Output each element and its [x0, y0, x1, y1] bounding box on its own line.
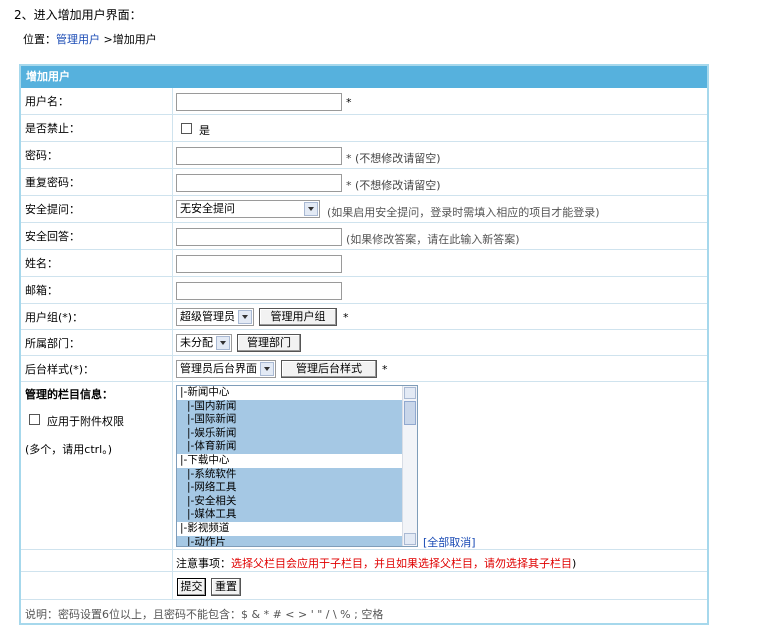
attachment-permission-checkbox[interactable]	[29, 414, 40, 425]
security-answer-note: (如果修改答案，请在此输入新答案)	[346, 233, 520, 246]
chevron-down-icon	[260, 362, 274, 376]
notice-suffix: )	[572, 557, 577, 570]
columns-list-item[interactable]: |-系统软件	[177, 467, 417, 482]
row-password: 密码： * (不想修改请留空)	[21, 142, 707, 169]
add-user-panel: 增加用户 用户名： * 是否禁止： 是 密码： * (不想修改请留空) 重复密码…	[19, 64, 709, 625]
admin-style-label: 后台样式(*)：	[25, 362, 95, 376]
email-input[interactable]	[176, 282, 342, 300]
columns-list-item[interactable]: |-安全相关	[177, 494, 417, 509]
username-required-mark: *	[346, 96, 352, 109]
cancel-all-link[interactable]: [全部取消]	[423, 534, 476, 550]
admin-style-required-mark: *	[382, 363, 388, 376]
manage-admin-style-button[interactable]: 管理后台样式	[281, 360, 377, 378]
security-answer-input[interactable]	[176, 228, 342, 246]
submit-button[interactable]: 提交	[177, 578, 206, 596]
columns-list-items: |-新闻中心 |-国内新闻 |-国际新闻 |-娱乐新闻 |-体育新闻 |-下载中心 |-系统…	[177, 386, 417, 546]
row-disabled: 是否禁止： 是	[21, 115, 707, 142]
columns-list-item[interactable]: |-国内新闻	[177, 399, 417, 414]
step-title: 2、进入增加用户界面：	[14, 8, 142, 22]
user-group-select[interactable]: 超级管理员	[176, 308, 254, 326]
footer-note: 说明：密码设置6位以上，且密码不能包含：$ & * # < > ' " / \ …	[25, 608, 384, 621]
multi-select-hint: (多个，请用ctrl。)	[25, 443, 113, 456]
columns-list-item[interactable]: |-动作片	[177, 535, 417, 546]
row-security-answer: 安全回答： (如果修改答案，请在此输入新答案)	[21, 223, 707, 250]
admin-style-select[interactable]: 管理员后台界面	[176, 360, 276, 378]
notice-text: 选择父栏目会应用于子栏目，并且如果选择父栏目，请勿选择其子栏目	[231, 557, 572, 570]
password-repeat-input[interactable]	[176, 174, 342, 192]
row-password-repeat: 重复密码： * (不想修改请留空)	[21, 169, 707, 196]
columns-list-item[interactable]: |-新闻中心	[177, 386, 417, 400]
columns-listbox[interactable]: |-新闻中心 |-国内新闻 |-国际新闻 |-娱乐新闻 |-体育新闻 |-下载中心 |-系统…	[176, 385, 418, 547]
disabled-checkbox-label: 是	[199, 124, 210, 137]
chevron-down-icon	[216, 336, 230, 350]
columns-label: 管理的栏目信息：	[25, 388, 113, 401]
listbox-scrollbar[interactable]	[402, 386, 417, 546]
user-group-selected: 超级管理员	[180, 310, 235, 323]
row-admin-style: 后台样式(*)： 管理员后台界面 管理后台样式 *	[21, 356, 707, 382]
row-notice: 注意事项：选择父栏目会应用于子栏目，并且如果选择父栏目，请勿选择其子栏目)	[21, 550, 707, 572]
scroll-up-icon[interactable]	[404, 387, 416, 399]
reset-button[interactable]: 重置	[211, 578, 241, 596]
row-name: 姓名：	[21, 250, 707, 277]
user-group-required-mark: *	[343, 311, 349, 324]
columns-list-item[interactable]: |-国际新闻	[177, 413, 417, 427]
manage-user-group-button[interactable]: 管理用户组	[259, 308, 337, 326]
row-department: 所属部门： 未分配 管理部门	[21, 330, 707, 356]
password-repeat-label: 重复密码：	[25, 176, 80, 189]
scroll-down-icon[interactable]	[404, 533, 416, 545]
columns-list-item[interactable]: |-体育新闻	[177, 440, 417, 454]
user-group-label: 用户组(*)：	[25, 310, 84, 324]
password-repeat-note: * (不想修改请留空)	[346, 179, 441, 192]
row-actions: 提交 重置	[21, 572, 707, 600]
columns-list-item[interactable]: |-下载中心	[177, 454, 417, 468]
breadcrumb-link-manage-users[interactable]: 管理用户	[56, 33, 100, 46]
row-user-group: 用户组(*)： 超级管理员 管理用户组 *	[21, 304, 707, 330]
password-note: * (不想修改请留空)	[346, 152, 441, 165]
panel-title: 增加用户	[21, 66, 707, 88]
security-question-selected: 无安全提问	[180, 202, 235, 215]
chevron-down-icon	[238, 310, 252, 324]
columns-list-item[interactable]: |-娱乐新闻	[177, 426, 417, 441]
breadcrumb-prefix: 位置：	[23, 33, 56, 46]
admin-style-selected: 管理员后台界面	[180, 362, 257, 375]
department-selected: 未分配	[180, 336, 213, 349]
password-input[interactable]	[176, 147, 342, 165]
name-label: 姓名：	[25, 257, 58, 270]
disabled-label: 是否禁止：	[25, 122, 80, 135]
manage-department-button[interactable]: 管理部门	[237, 334, 301, 352]
columns-list-item[interactable]: |-媒体工具	[177, 508, 417, 522]
row-columns: 管理的栏目信息： 应用于附件权限 (多个，请用ctrl。) |-新闻中心 |-国内…	[21, 382, 707, 550]
row-security-question: 安全提问： 无安全提问 (如果启用安全提问，登录时需填入相应的项目才能登录)	[21, 196, 707, 223]
columns-list-item[interactable]: |-网络工具	[177, 481, 417, 495]
disabled-checkbox[interactable]	[181, 123, 192, 134]
username-input[interactable]	[176, 93, 342, 111]
attachment-permission-label: 应用于附件权限	[47, 415, 124, 428]
department-select[interactable]: 未分配	[176, 334, 232, 352]
row-username: 用户名： *	[21, 88, 707, 115]
row-email: 邮箱：	[21, 277, 707, 304]
breadcrumb: 位置：管理用户 >增加用户	[23, 31, 157, 47]
name-input[interactable]	[176, 255, 342, 273]
security-question-label: 安全提问：	[25, 203, 80, 216]
chevron-down-icon	[304, 202, 318, 216]
notice-prefix: 注意事项：	[176, 557, 231, 570]
security-question-note: (如果启用安全提问，登录时需填入相应的项目才能登录)	[327, 206, 600, 219]
scroll-thumb[interactable]	[404, 401, 416, 425]
security-question-select[interactable]: 无安全提问	[176, 200, 320, 218]
email-label: 邮箱：	[25, 284, 58, 297]
columns-list-item[interactable]: |-影视频道	[177, 522, 417, 536]
notice: 注意事项：选择父栏目会应用于子栏目，并且如果选择父栏目，请勿选择其子栏目)	[176, 555, 576, 571]
username-label: 用户名：	[25, 95, 69, 108]
department-label: 所属部门：	[25, 336, 80, 350]
security-answer-label: 安全回答：	[25, 230, 80, 243]
breadcrumb-current: >增加用户	[100, 33, 157, 46]
password-label: 密码：	[25, 149, 58, 162]
